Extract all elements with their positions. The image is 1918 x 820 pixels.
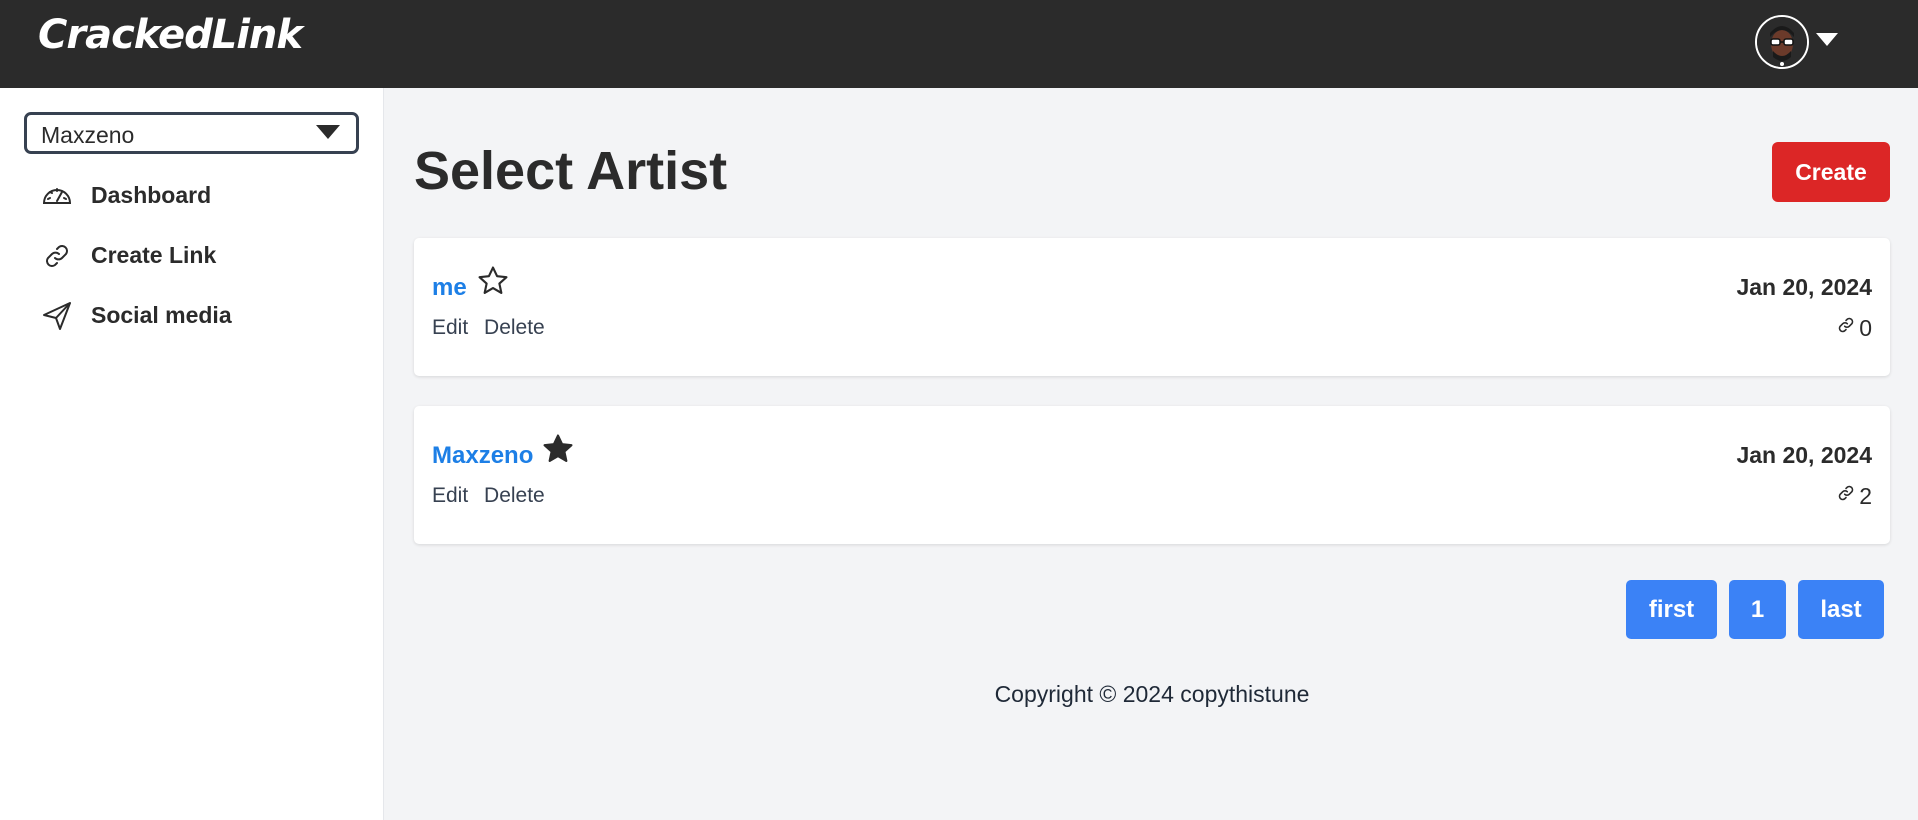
artist-select-value: Maxzeno xyxy=(41,122,135,148)
pagination-first-button[interactable]: first xyxy=(1626,580,1717,639)
send-icon xyxy=(40,299,74,333)
link-icon xyxy=(1835,314,1859,342)
delete-button[interactable]: Delete xyxy=(484,316,545,339)
star-filled-icon[interactable] xyxy=(541,432,575,466)
artist-card: me Edit Delete Jan 20, 2024 0 xyxy=(414,238,1890,376)
card-actions: Edit Delete xyxy=(432,316,555,340)
sidebar-item-create-link[interactable]: Create Link xyxy=(40,236,216,276)
user-avatar[interactable] xyxy=(1755,15,1809,69)
star-outline-icon[interactable] xyxy=(476,264,510,298)
sidebar-item-dashboard[interactable]: Dashboard xyxy=(40,176,211,216)
artist-card: Maxzeno Edit Delete Jan 20, 2024 2 xyxy=(414,406,1890,544)
link-count-value: 2 xyxy=(1859,482,1872,509)
artist-date: Jan 20, 2024 xyxy=(1736,274,1872,300)
link-count: 2 xyxy=(1835,482,1872,510)
link-count-value: 0 xyxy=(1859,314,1872,341)
card-actions: Edit Delete xyxy=(432,484,555,508)
create-button[interactable]: Create xyxy=(1772,142,1890,202)
page-title: Select Artist xyxy=(414,141,728,201)
link-count: 0 xyxy=(1835,314,1872,342)
artist-select[interactable]: Maxzeno xyxy=(24,112,359,154)
pagination-last-button[interactable]: last xyxy=(1798,580,1884,639)
delete-button[interactable]: Delete xyxy=(484,484,545,507)
dashboard-gauge-icon xyxy=(40,179,74,213)
chevron-down-icon xyxy=(316,125,340,139)
link-icon xyxy=(1835,482,1859,510)
app-logo[interactable]: CrackedLink xyxy=(38,12,303,58)
sidebar: Maxzeno Dashboard Create Link Social med… xyxy=(0,88,384,820)
artist-name-link[interactable]: Maxzeno xyxy=(432,442,533,470)
footer-copyright: Copyright © 2024 copythistune xyxy=(994,681,1310,707)
artist-name-link[interactable]: me xyxy=(432,274,467,302)
sidebar-item-label: Social media xyxy=(91,302,232,328)
sidebar-item-label: Dashboard xyxy=(91,182,212,208)
edit-button[interactable]: Edit xyxy=(432,316,468,339)
pagination-page-button[interactable]: 1 xyxy=(1729,580,1786,639)
top-navbar: CrackedLink xyxy=(0,0,1918,88)
edit-button[interactable]: Edit xyxy=(432,484,468,507)
artist-date: Jan 20, 2024 xyxy=(1736,442,1872,468)
caret-down-icon[interactable] xyxy=(1816,33,1838,46)
link-icon xyxy=(40,239,74,273)
sidebar-item-label: Create Link xyxy=(91,242,217,268)
sidebar-item-social-media[interactable]: Social media xyxy=(40,296,232,336)
